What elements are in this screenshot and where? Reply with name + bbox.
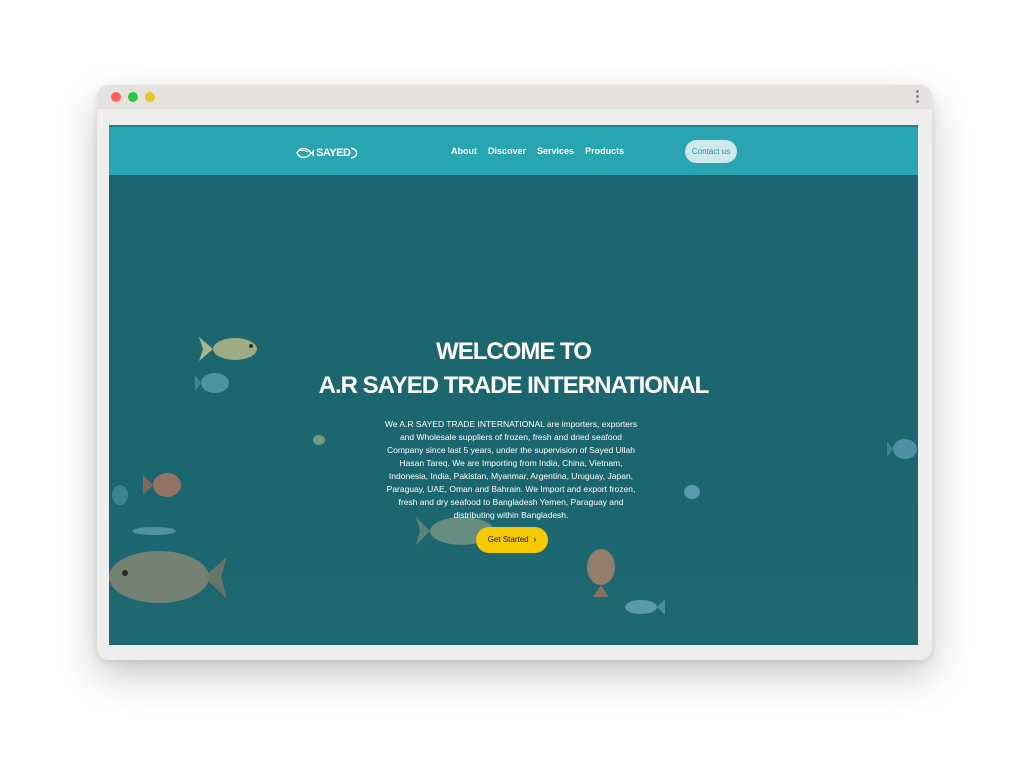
chevron-right-icon: › bbox=[533, 535, 537, 544]
page-viewport: SAYED About Discover Services Products C… bbox=[109, 125, 918, 645]
fish-icon bbox=[587, 549, 615, 597]
hero-description: We A.R SAYED TRADE INTERNATIONAL are imp… bbox=[384, 419, 638, 520]
nav-link-products[interactable]: Products bbox=[585, 146, 624, 156]
logo-text: SAYED bbox=[316, 147, 351, 159]
fish-icon bbox=[684, 485, 700, 499]
hero-section: WELCOME TO A.R SAYED TRADE INTERNATIONAL… bbox=[109, 175, 918, 645]
fish-icon bbox=[112, 485, 128, 505]
site-navbar: SAYED About Discover Services Products C… bbox=[109, 125, 918, 175]
close-window-button[interactable] bbox=[111, 92, 121, 102]
minimize-window-button[interactable] bbox=[128, 92, 138, 102]
browser-titlebar bbox=[97, 85, 932, 109]
maximize-window-button[interactable] bbox=[145, 92, 155, 102]
nav-links: About Discover Services Products bbox=[451, 146, 624, 156]
nav-link-about[interactable]: About bbox=[451, 146, 477, 156]
fish-icon bbox=[109, 551, 227, 603]
fish-icon bbox=[313, 435, 325, 445]
hero-title-line1: WELCOME TO bbox=[436, 338, 592, 365]
hero-title-line2: A.R SAYED TRADE INTERNATIONAL bbox=[318, 372, 710, 399]
get-started-button[interactable]: Get Started › bbox=[476, 527, 548, 553]
logo-swoosh-icon bbox=[351, 147, 358, 159]
more-options-icon[interactable] bbox=[916, 90, 920, 104]
fish-icon bbox=[143, 473, 181, 497]
nav-link-services[interactable]: Services bbox=[537, 146, 574, 156]
fish-icon bbox=[625, 599, 665, 615]
site-logo[interactable]: SAYED bbox=[296, 143, 362, 163]
fish-icon bbox=[887, 439, 917, 459]
fish-logo-icon bbox=[296, 147, 314, 159]
nav-link-discover[interactable]: Discover bbox=[488, 146, 526, 156]
contact-us-button[interactable]: Contact us bbox=[685, 140, 737, 163]
get-started-label: Get Started bbox=[487, 535, 529, 544]
browser-window: SAYED About Discover Services Products C… bbox=[97, 85, 932, 660]
